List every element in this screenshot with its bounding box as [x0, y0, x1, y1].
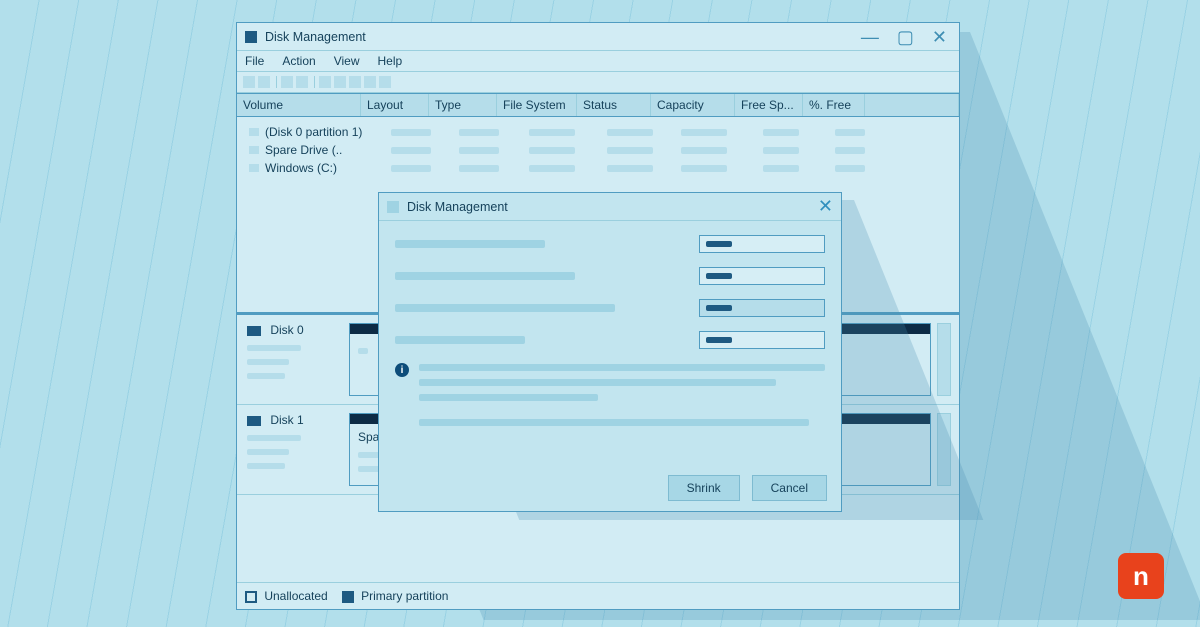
volume-icon: [249, 164, 259, 172]
field-label: [395, 304, 615, 312]
close-icon[interactable]: ✕: [932, 28, 947, 46]
cell-placeholder: [835, 129, 865, 136]
menu-help[interactable]: Help: [378, 54, 403, 68]
minimize-icon[interactable]: —: [861, 28, 879, 46]
toolbar-button[interactable]: [296, 76, 308, 88]
info-icon: i: [395, 363, 409, 377]
col-status[interactable]: Status: [577, 94, 651, 116]
window-titlebar[interactable]: Disk Management — ▢ ✕: [237, 23, 959, 51]
volume-icon: [249, 128, 259, 136]
legend: Unallocated Primary partition: [237, 582, 959, 609]
brand-logo: n: [1118, 553, 1164, 599]
toolbar-button[interactable]: [364, 76, 376, 88]
cell-placeholder: [763, 129, 799, 136]
cell-placeholder: [459, 147, 499, 154]
shrink-button[interactable]: Shrink: [668, 475, 740, 501]
field-label: [395, 336, 525, 344]
disk-label: Disk 0: [270, 323, 303, 337]
dialog-field-row: [395, 235, 825, 253]
col-type[interactable]: Type: [429, 94, 497, 116]
cell-placeholder: [529, 129, 575, 136]
cell-placeholder: [459, 129, 499, 136]
col-volume[interactable]: Volume: [237, 94, 361, 116]
menu-file[interactable]: File: [245, 54, 264, 68]
size-input[interactable]: [699, 331, 825, 349]
dialog-field-row: [395, 331, 825, 349]
cell-placeholder: [607, 165, 653, 172]
toolbar: [237, 72, 959, 93]
window-title: Disk Management: [265, 30, 366, 44]
toolbar-button[interactable]: [379, 76, 391, 88]
volume-row[interactable]: Spare Drive (..: [237, 141, 959, 159]
legend-swatch-unallocated: [245, 591, 257, 603]
disk-icon: [247, 326, 261, 336]
window-controls: — ▢ ✕: [861, 28, 953, 46]
toolbar-button[interactable]: [319, 76, 331, 88]
cell-placeholder: [529, 165, 575, 172]
volume-row[interactable]: Windows (C:): [237, 159, 959, 177]
shrink-amount-input[interactable]: [699, 299, 825, 317]
dialog-icon: [387, 201, 399, 213]
col-pct-free[interactable]: %. Free: [803, 94, 865, 116]
app-icon: [245, 31, 257, 43]
size-input[interactable]: [699, 267, 825, 285]
cell-placeholder: [607, 147, 653, 154]
volume-name: (Disk 0 partition 1): [265, 125, 383, 139]
scrollbar[interactable]: [937, 323, 951, 396]
cell-placeholder: [529, 147, 575, 154]
field-label: [395, 272, 575, 280]
disk-meta[interactable]: Disk 0: [237, 315, 349, 404]
legend-swatch-primary: [342, 591, 354, 603]
dialog-actions: Shrink Cancel: [379, 465, 841, 511]
cell-placeholder: [835, 147, 865, 154]
cell-placeholder: [681, 147, 727, 154]
cell-placeholder: [763, 165, 799, 172]
dialog-title: Disk Management: [407, 200, 508, 214]
volume-column-headers: Volume Layout Type File System Status Ca…: [237, 93, 959, 117]
toolbar-button[interactable]: [258, 76, 270, 88]
menu-view[interactable]: View: [334, 54, 360, 68]
cell-placeholder: [835, 165, 865, 172]
toolbar-button[interactable]: [281, 76, 293, 88]
maximize-icon[interactable]: ▢: [897, 28, 914, 46]
volume-icon: [249, 146, 259, 154]
col-filesystem[interactable]: File System: [497, 94, 577, 116]
disk-label: Disk 1: [270, 413, 303, 427]
size-input[interactable]: [699, 235, 825, 253]
toolbar-button[interactable]: [349, 76, 361, 88]
cell-placeholder: [763, 147, 799, 154]
cell-placeholder: [391, 147, 431, 154]
legend-primary: Primary partition: [361, 589, 448, 603]
legend-unallocated: Unallocated: [264, 589, 327, 603]
col-capacity[interactable]: Capacity: [651, 94, 735, 116]
dialog-field-row: [395, 267, 825, 285]
col-free-space[interactable]: Free Sp...: [735, 94, 803, 116]
menubar: File Action View Help: [237, 51, 959, 72]
cell-placeholder: [681, 129, 727, 136]
cell-placeholder: [391, 165, 431, 172]
dialog-field-row: [395, 299, 825, 317]
disk-icon: [247, 416, 261, 426]
cell-placeholder: [391, 129, 431, 136]
info-block: i: [395, 363, 825, 434]
toolbar-button[interactable]: [243, 76, 255, 88]
cell-placeholder: [681, 165, 727, 172]
disk-meta[interactable]: Disk 1: [237, 405, 349, 494]
close-icon[interactable]: ✕: [818, 196, 833, 217]
field-label: [395, 240, 545, 248]
toolbar-button[interactable]: [334, 76, 346, 88]
col-extra: [865, 94, 959, 116]
cancel-button[interactable]: Cancel: [752, 475, 827, 501]
dialog-body: i: [379, 221, 841, 465]
cell-placeholder: [459, 165, 499, 172]
volume-name: Windows (C:): [265, 161, 383, 175]
cell-placeholder: [607, 129, 653, 136]
dialog-titlebar[interactable]: Disk Management ✕: [379, 193, 841, 221]
col-layout[interactable]: Layout: [361, 94, 429, 116]
menu-action[interactable]: Action: [282, 54, 315, 68]
volume-name: Spare Drive (..: [265, 143, 383, 157]
info-text: [419, 363, 825, 434]
volume-row[interactable]: (Disk 0 partition 1): [237, 123, 959, 141]
shrink-dialog: Disk Management ✕ i: [378, 192, 842, 512]
